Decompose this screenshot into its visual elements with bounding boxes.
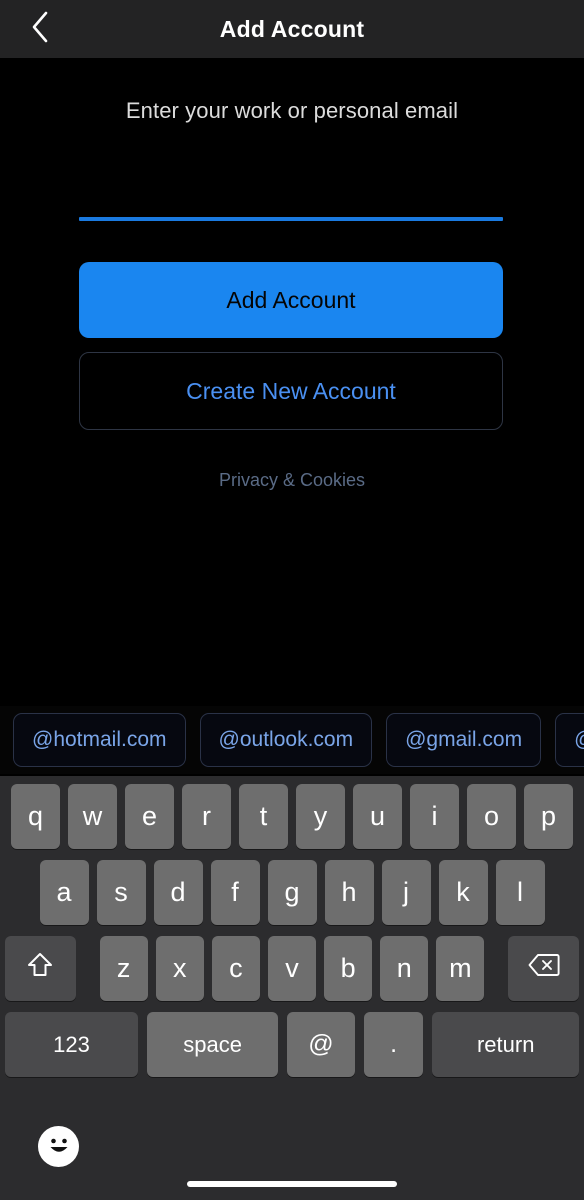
numbers-key[interactable]: 123 — [5, 1012, 139, 1077]
space-key[interactable]: space — [147, 1012, 279, 1077]
key-c[interactable]: c — [211, 936, 260, 1001]
suggestion-chip[interactable]: @ — [555, 713, 584, 767]
chevron-left-icon — [30, 10, 50, 49]
key-v[interactable]: v — [267, 936, 317, 1001]
key-f[interactable]: f — [210, 860, 260, 925]
at-symbol-key[interactable]: @ — [287, 1012, 355, 1077]
privacy-and-cookies-link[interactable]: Privacy & Cookies — [0, 470, 584, 491]
keyboard-row-3: z x c v b n m — [0, 925, 584, 1001]
shift-arrow-icon — [27, 951, 53, 986]
key-o[interactable]: o — [467, 784, 516, 849]
key-n[interactable]: n — [380, 936, 429, 1001]
backspace-delete-icon — [528, 953, 560, 984]
key-w[interactable]: w — [68, 784, 117, 849]
suggestion-chip[interactable]: @gmail.com — [386, 713, 542, 767]
keyboard-row-4: 123 space @ . return — [0, 1001, 584, 1077]
email-input[interactable] — [79, 155, 503, 217]
add-account-form: Enter your work or personal email — [0, 58, 584, 124]
phone-screen: Add Account Enter your work or personal … — [0, 0, 584, 1200]
key-z[interactable]: z — [99, 936, 148, 1001]
suggestion-chip[interactable]: @hotmail.com — [13, 713, 186, 767]
key-e[interactable]: e — [125, 784, 174, 849]
navigation-bar: Add Account — [0, 0, 584, 58]
key-b[interactable]: b — [324, 936, 373, 1001]
shift-key[interactable] — [4, 936, 76, 1001]
suggestion-chip[interactable]: @outlook.com — [199, 713, 373, 767]
page-title: Add Account — [219, 15, 365, 42]
create-new-account-button[interactable]: Create New Account — [79, 352, 503, 430]
key-j[interactable]: j — [381, 860, 431, 925]
email-field-underline — [79, 217, 503, 221]
keyboard-bottom-bar — [0, 1108, 584, 1200]
home-indicator — [187, 1181, 397, 1187]
add-account-button[interactable]: Add Account — [79, 262, 503, 338]
key-y[interactable]: y — [296, 784, 345, 849]
key-x[interactable]: x — [155, 936, 204, 1001]
emoji-keyboard-button[interactable] — [38, 1126, 79, 1167]
key-h[interactable]: h — [324, 860, 374, 925]
return-key[interactable]: return — [432, 1012, 579, 1077]
key-t[interactable]: t — [239, 784, 288, 849]
email-domain-suggestions: @hotmail.com @outlook.com @gmail.com @ — [0, 706, 584, 774]
form-subtitle: Enter your work or personal email — [125, 98, 459, 123]
key-l[interactable]: l — [495, 860, 545, 925]
key-p[interactable]: p — [524, 784, 573, 849]
key-s[interactable]: s — [96, 860, 146, 925]
key-r[interactable]: r — [182, 784, 231, 849]
keyboard-row-2: a s d f g h j k l — [0, 849, 584, 925]
email-field-wrapper — [79, 155, 503, 221]
period-key[interactable]: . — [363, 1012, 424, 1077]
key-m[interactable]: m — [436, 936, 485, 1001]
on-screen-keyboard: q w e r t y u i o p a s d f g h j k l z … — [0, 776, 584, 1200]
key-u[interactable]: u — [353, 784, 402, 849]
smiley-face-icon — [42, 1128, 76, 1165]
key-a[interactable]: a — [39, 860, 89, 925]
key-d[interactable]: d — [153, 860, 203, 925]
key-i[interactable]: i — [410, 784, 459, 849]
backspace-key[interactable] — [508, 936, 580, 1001]
back-button[interactable] — [22, 11, 58, 47]
key-g[interactable]: g — [267, 860, 317, 925]
key-q[interactable]: q — [11, 784, 60, 849]
key-k[interactable]: k — [438, 860, 488, 925]
keyboard-row-1: q w e r t y u i o p — [0, 776, 584, 849]
